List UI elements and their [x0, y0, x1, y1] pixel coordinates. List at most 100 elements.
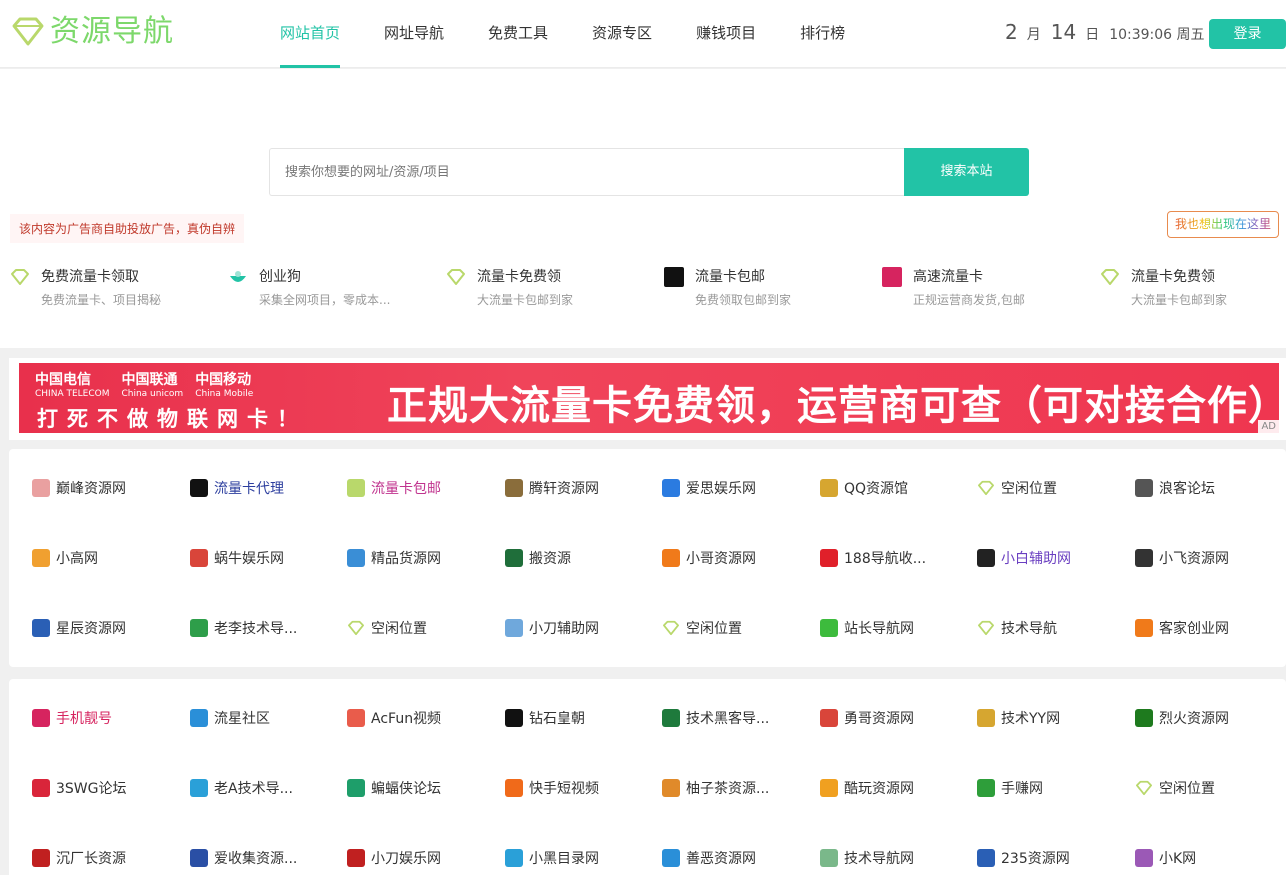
site-link[interactable]: 技术YY网 — [977, 706, 1127, 730]
site-link[interactable]: 小黑目录网 — [505, 846, 655, 870]
nav-ranking[interactable]: 排行榜 — [800, 0, 845, 68]
site-link[interactable]: 技术导航 — [977, 616, 1127, 640]
site-favicon-icon — [505, 849, 523, 867]
site-link[interactable]: 精品货源网 — [347, 546, 497, 570]
site-link[interactable]: 手机靓号 — [32, 706, 182, 730]
site-link[interactable]: 蝙蝠侠论坛 — [347, 776, 497, 800]
site-favicon-icon — [820, 619, 838, 637]
nav-home[interactable]: 网站首页 — [280, 0, 341, 68]
site-link[interactable]: 客家创业网 — [1135, 616, 1285, 640]
operator-telecom: 中国电信 CHINA TELECOM — [35, 372, 110, 399]
site-link[interactable]: 腾轩资源网 — [505, 476, 655, 500]
nav-money-projects[interactable]: 赚钱项目 — [696, 0, 756, 68]
site-link[interactable]: 小刀娱乐网 — [347, 846, 497, 870]
site-link[interactable]: 235资源网 — [977, 846, 1127, 870]
site-link[interactable]: 空闲位置 — [662, 616, 812, 640]
site-link-label: 爱思娱乐网 — [686, 481, 756, 497]
ad-banner[interactable]: 中国电信 CHINA TELECOM 中国联通 China unicom 中国移动 C… — [19, 363, 1279, 433]
site-link[interactable]: 流量卡代理 — [190, 476, 340, 500]
nav-url-directory[interactable]: 网址导航 — [384, 0, 444, 68]
site-link-label: 勇哥资源网 — [844, 711, 914, 727]
site-favicon-icon — [1135, 779, 1153, 797]
site-link-label: 235资源网 — [1001, 851, 1070, 867]
top-header: 资源导航 网站首页 网址导航 免费工具 资源专区 赚钱项目 排行榜 2 月 14… — [0, 0, 1286, 68]
site-link[interactable]: 小哥资源网 — [662, 546, 812, 570]
site-link[interactable]: 技术导航网 — [820, 846, 970, 870]
site-link[interactable]: 蜗牛娱乐网 — [190, 546, 340, 570]
feature-title: 流量卡免费领 — [1131, 269, 1215, 285]
site-link[interactable]: 沉厂长资源 — [32, 846, 182, 870]
site-link[interactable]: 小高网 — [32, 546, 182, 570]
feature-link[interactable]: 免费流量卡领取 免费流量卡、项目揭秘 — [0, 267, 218, 308]
site-link[interactable]: 小K网 — [1135, 846, 1285, 870]
site-link[interactable]: 酷玩资源网 — [820, 776, 970, 800]
site-favicon-icon — [505, 549, 523, 567]
search-input[interactable] — [270, 149, 905, 195]
feature-link[interactable]: 流量卡免费领 大流量卡包邮到家 — [1090, 267, 1286, 308]
site-link[interactable]: 站长导航网 — [820, 616, 970, 640]
site-favicon-icon — [662, 779, 680, 797]
site-link-label: 爱收集资源... — [214, 851, 298, 867]
site-favicon-icon — [32, 779, 50, 797]
site-link[interactable]: 钻石皇朝 — [505, 706, 655, 730]
site-link-label: 空闲位置 — [1159, 781, 1215, 797]
site-favicon-icon — [190, 779, 208, 797]
site-link[interactable]: 爱思娱乐网 — [662, 476, 812, 500]
feature-link[interactable]: 高速流量卡 正规运营商发货,包邮 — [872, 267, 1090, 308]
site-link[interactable]: 烈火资源网 — [1135, 706, 1285, 730]
banner-slogan: 打死不做物联网卡！ — [37, 407, 307, 431]
site-link[interactable]: 勇哥资源网 — [820, 706, 970, 730]
site-link[interactable]: 老A技术导... — [190, 776, 340, 800]
card-logo-icon — [664, 267, 684, 287]
site-link[interactable]: 空闲位置 — [347, 616, 497, 640]
site-favicon-icon — [1135, 849, 1153, 867]
site-link[interactable]: 小飞资源网 — [1135, 546, 1285, 570]
date-month: 2 — [1005, 20, 1018, 44]
site-favicon-icon — [662, 549, 680, 567]
site-favicon-icon — [1135, 479, 1153, 497]
site-link[interactable]: 星辰资源网 — [32, 616, 182, 640]
site-link[interactable]: 小白辅助网 — [977, 546, 1127, 570]
nav-resources[interactable]: 资源专区 — [592, 0, 652, 68]
site-link[interactable]: 巅峰资源网 — [32, 476, 182, 500]
site-link[interactable]: 爱收集资源... — [190, 846, 340, 870]
site-favicon-icon — [32, 479, 50, 497]
search-button[interactable]: 搜索本站 — [904, 148, 1029, 196]
advertise-here-button[interactable]: 我也想出现在这里 — [1167, 211, 1279, 238]
site-favicon-icon — [977, 709, 995, 727]
site-link[interactable]: 柚子茶资源... — [662, 776, 812, 800]
site-link-label: 星辰资源网 — [56, 621, 126, 637]
site-link[interactable]: 手赚网 — [977, 776, 1127, 800]
site-link-label: AcFun视频 — [371, 711, 442, 727]
site-link[interactable]: 浪客论坛 — [1135, 476, 1285, 500]
site-favicon-icon — [662, 479, 680, 497]
login-button[interactable]: 登录 — [1209, 19, 1286, 49]
site-link[interactable]: 流量卡包邮 — [347, 476, 497, 500]
site-link[interactable]: 善恶资源网 — [662, 846, 812, 870]
site-favicon-icon — [662, 849, 680, 867]
site-link[interactable]: 空闲位置 — [977, 476, 1127, 500]
site-link[interactable]: 快手短视频 — [505, 776, 655, 800]
site-link[interactable]: 188导航收... — [820, 546, 970, 570]
banner-headline: 正规大流量卡免费领，运营商可查（可对接合作） — [387, 383, 1279, 429]
site-link[interactable]: 搬资源 — [505, 546, 655, 570]
site-link-label: 188导航收... — [844, 551, 927, 567]
site-link[interactable]: 流星社区 — [190, 706, 340, 730]
site-link[interactable]: QQ资源馆 — [820, 476, 970, 500]
clock-time: 10:39:06 周五 — [1109, 27, 1205, 43]
site-link[interactable]: 老李技术导... — [190, 616, 340, 640]
site-link-label: 小黑目录网 — [529, 851, 599, 867]
site-link[interactable]: 小刀辅助网 — [505, 616, 655, 640]
site-link[interactable]: 3SWG论坛 — [32, 776, 182, 800]
site-link[interactable]: 技术黑客导... — [662, 706, 812, 730]
site-link-label: 技术黑客导... — [686, 711, 770, 727]
diamond-icon — [1100, 267, 1120, 287]
site-link[interactable]: 空闲位置 — [1135, 776, 1285, 800]
feature-link[interactable]: 流量卡包邮 免费领取包邮到家 — [654, 267, 872, 308]
feature-link[interactable]: 流量卡免费领 大流量卡包邮到家 — [436, 267, 654, 308]
nav-free-tools[interactable]: 免费工具 — [488, 0, 548, 68]
feature-link[interactable]: 创业狗 采集全网项目，零成本... — [218, 267, 436, 308]
site-link[interactable]: AcFun视频 — [347, 706, 497, 730]
site-logo[interactable]: 资源导航 — [10, 14, 174, 50]
site-link-label: 空闲位置 — [1001, 481, 1057, 497]
